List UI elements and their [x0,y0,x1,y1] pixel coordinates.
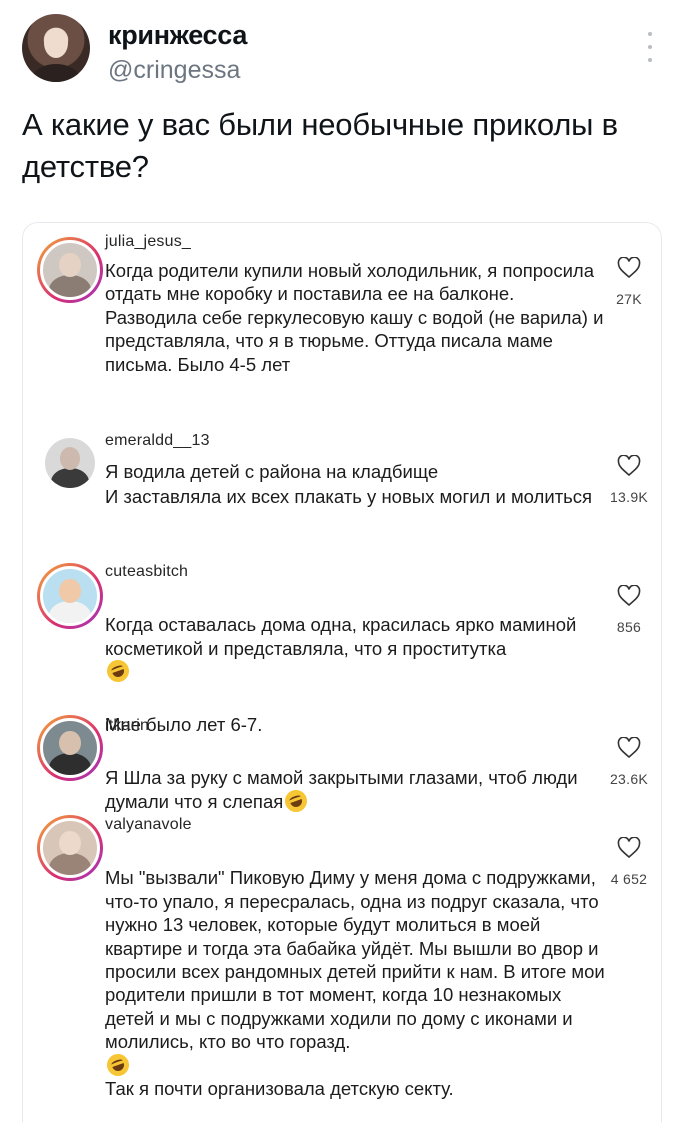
comment-like-column: 13.9K [597,455,661,505]
comment-username[interactable]: julia_jesus_ [105,233,191,251]
commenter-avatar[interactable] [37,430,103,496]
comment-username[interactable]: emeraldd__13 [105,432,210,450]
comment-text: Я Шла за руку с мамой закрытыми глазами,… [105,743,605,815]
comment-text-part: Когда оставалась дома одна, красилась яр… [105,614,577,659]
heart-icon[interactable] [617,455,641,477]
comment-username[interactable]: valyanavole [105,816,192,834]
comment-text-part: Так я почти организовала детскую секту. [105,1078,454,1100]
heart-icon[interactable] [617,837,641,859]
commenter-avatar[interactable] [37,715,103,781]
comment-like-count: 13.9K [609,489,649,505]
comment-text: Я водила детей с района на кладбище И за… [105,461,593,507]
avatar-body-shape [32,64,80,82]
comment-text: Когда родители купили новый холодильник,… [105,260,604,375]
author-display-name[interactable]: кринжесса [108,20,247,51]
comment-text: Когда оставалась дома одна, красилась яр… [103,590,605,736]
comment-like-count: 27K [616,291,642,307]
comment-like-count: 23.6K [609,771,649,787]
tweet-header: кринжесса @cringessa [22,14,662,90]
comment-like-count: 4 652 [610,871,648,887]
rolling-laughing-emoji-icon [103,657,133,686]
comment-text-part: Мы "вызвали" Пиковую Диму у меня дома с … [105,867,605,1053]
rolling-laughing-emoji-icon [282,786,311,815]
comment-username[interactable]: itkarin [105,717,149,735]
commenter-avatar[interactable] [37,815,103,881]
comment-like-column: 27K [597,257,661,307]
heart-icon[interactable] [617,257,641,279]
author-avatar[interactable] [22,14,90,82]
comment-text: Мы "вызвали" Пиковую Диму у меня дома с … [103,843,605,1100]
comment-like-column: 856 [597,585,661,635]
comment-text-part: Я Шла за руку с мамой закрытыми глазами,… [105,767,578,812]
comment-like-column: 4 652 [597,837,661,887]
tweet-text: А какие у вас были необычные приколы в д… [22,107,618,184]
comment-username[interactable]: cuteasbitch [105,563,188,581]
comment-like-column: 23.6K [597,737,661,787]
tweet: кринжесса @cringessa А какие у вас были … [0,0,678,1123]
heart-icon[interactable] [617,737,641,759]
avatar-face-shape [44,28,68,58]
rolling-laughing-emoji-icon [103,1050,133,1079]
comment-like-count: 856 [616,619,642,635]
commenter-avatar[interactable] [37,563,103,629]
heart-icon[interactable] [617,585,641,607]
tweet-media-screenshot[interactable]: julia_jesus_ Когда родители купили новый… [22,222,662,1122]
author-handle[interactable]: @cringessa [108,56,240,85]
commenter-avatar[interactable] [37,237,103,303]
more-vertical-icon[interactable] [646,32,654,62]
